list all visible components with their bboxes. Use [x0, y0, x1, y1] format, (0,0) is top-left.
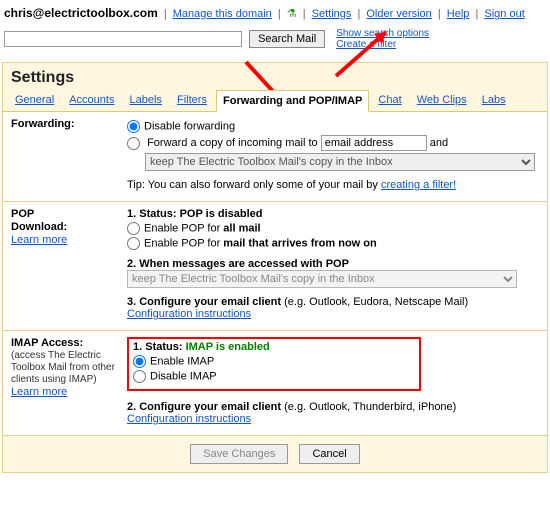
- pop-label-2: Download:: [11, 221, 127, 234]
- pop-enable-all-pre: Enable POP for: [144, 222, 223, 234]
- pop-step2-heading: 2. When messages are accessed with POP: [127, 258, 539, 270]
- search-row: Search Mail Show search options Create a…: [0, 24, 550, 60]
- search-mail-button[interactable]: Search Mail: [249, 30, 325, 48]
- pop-enable-now-pre: Enable POP for: [144, 237, 223, 249]
- tab-accounts[interactable]: Accounts: [63, 90, 120, 110]
- imap-config-link[interactable]: Configuration instructions: [127, 413, 251, 425]
- manage-domain-link[interactable]: Manage this domain: [173, 8, 272, 20]
- pop-step3-b: 3. Configure your email client: [127, 296, 281, 308]
- pop-status-value: POP is disabled: [180, 208, 263, 220]
- forwarding-section: Forwarding: Disable forwarding Forward a…: [3, 112, 547, 202]
- creating-filter-link[interactable]: creating a filter!: [381, 179, 456, 191]
- pop-config-link[interactable]: Configuration instructions: [127, 308, 251, 320]
- pop-action-select: keep The Electric Toolbox Mail's copy in…: [127, 270, 517, 288]
- imap-step2-t: (e.g. Outlook, Thunderbird, iPhone): [281, 401, 456, 413]
- enable-imap-radio[interactable]: [133, 355, 146, 368]
- imap-sub: (access The Electric Toolbox Mail from o…: [11, 350, 127, 386]
- enable-imap-text: Enable IMAP: [150, 355, 214, 367]
- sign-out-link[interactable]: Sign out: [484, 8, 524, 20]
- and-text: and: [430, 137, 448, 149]
- pop-section: POP Download: Learn more 1. Status: POP …: [3, 202, 547, 331]
- labs-icon: ⚗: [287, 8, 297, 20]
- disable-forwarding-radio[interactable]: [127, 120, 140, 133]
- tab-row: General Accounts Labels Filters Forwardi…: [3, 87, 547, 112]
- pop-enable-all-radio[interactable]: [127, 222, 140, 235]
- forward-copy-text: Forward a copy of incoming mail to: [147, 137, 318, 149]
- imap-status-prefix: 1. Status:: [133, 341, 186, 353]
- tab-filters[interactable]: Filters: [171, 90, 213, 110]
- forward-keep-select[interactable]: keep The Electric Toolbox Mail's copy in…: [145, 153, 535, 171]
- older-version-link[interactable]: Older version: [366, 8, 431, 20]
- create-filter-link[interactable]: Create a filter: [336, 39, 396, 50]
- imap-label: IMAP Access:: [11, 337, 127, 350]
- pop-label-1: POP: [11, 208, 127, 221]
- disable-imap-text: Disable IMAP: [150, 370, 217, 382]
- tab-forwarding-pop-imap[interactable]: Forwarding and POP/IMAP: [216, 90, 369, 112]
- show-search-options-link[interactable]: Show search options: [336, 28, 429, 39]
- imap-learn-more-link[interactable]: Learn more: [11, 386, 67, 398]
- tab-general[interactable]: General: [9, 90, 60, 110]
- pop-enable-all-b: all mail: [223, 222, 260, 234]
- disable-forwarding-text: Disable forwarding: [144, 120, 235, 132]
- tab-chat[interactable]: Chat: [372, 90, 407, 110]
- cancel-button[interactable]: Cancel: [299, 444, 359, 464]
- forwarding-label: Forwarding:: [11, 118, 127, 131]
- help-link[interactable]: Help: [447, 8, 470, 20]
- footer-buttons: Save Changes Cancel: [3, 435, 547, 472]
- pop-enable-now-b: mail that arrives from now on: [223, 237, 376, 249]
- imap-section: IMAP Access: (access The Electric Toolbo…: [3, 331, 547, 435]
- save-changes-button[interactable]: Save Changes: [190, 444, 288, 464]
- user-email: chris@electrictoolbox.com: [4, 6, 158, 20]
- pop-step3-t: (e.g. Outlook, Eudora, Netscape Mail): [281, 296, 468, 308]
- pop-enable-now-radio[interactable]: [127, 237, 140, 250]
- settings-title: Settings: [3, 63, 547, 87]
- imap-step2-b: 2. Configure your email client: [127, 401, 281, 413]
- enable-forwarding-radio[interactable]: [127, 137, 140, 150]
- tab-web-clips[interactable]: Web Clips: [411, 90, 473, 110]
- pop-learn-more-link[interactable]: Learn more: [11, 234, 67, 246]
- search-input[interactable]: [4, 31, 242, 47]
- settings-panel: Settings General Accounts Labels Filters…: [2, 62, 548, 473]
- imap-status-value: IMAP is enabled: [186, 341, 270, 353]
- pop-status-prefix: 1. Status:: [127, 208, 180, 220]
- disable-imap-radio[interactable]: [133, 370, 146, 383]
- tip-text: Tip: You can also forward only some of y…: [127, 179, 381, 191]
- settings-link[interactable]: Settings: [312, 8, 352, 20]
- top-bar: chris@electrictoolbox.com | Manage this …: [0, 0, 550, 24]
- forward-address-input[interactable]: [321, 135, 427, 151]
- imap-highlight-box: 1. Status: IMAP is enabled Enable IMAP D…: [127, 337, 421, 391]
- tab-labs[interactable]: Labs: [476, 90, 512, 110]
- tab-labels[interactable]: Labels: [124, 90, 168, 110]
